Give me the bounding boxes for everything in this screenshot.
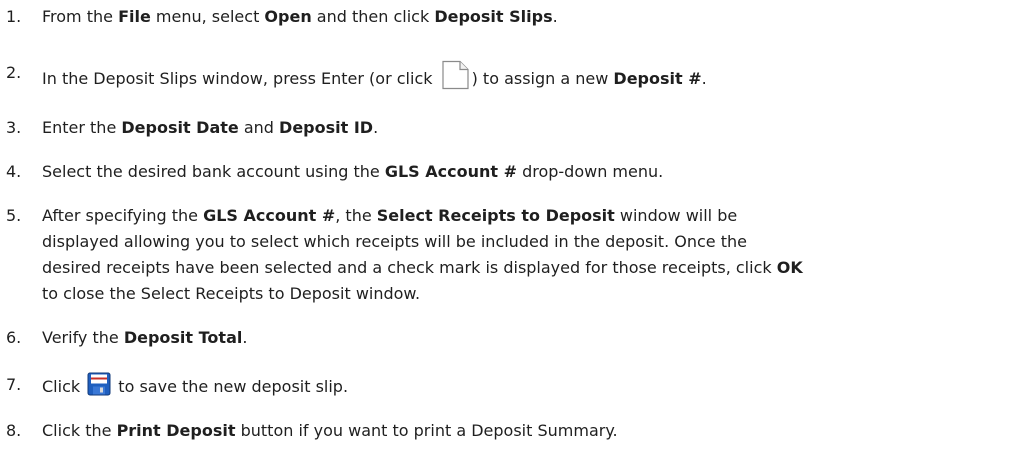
text-run: window will be (614, 206, 738, 225)
step-text: Click the Print Deposit button if you wa… (42, 418, 997, 444)
text-run: to save the new deposit slip. (113, 377, 349, 396)
step-text: After specifying the GLS Account #, the … (42, 203, 997, 307)
text-run: . (701, 69, 707, 88)
step-text: Click to save the new deposit slip. (42, 372, 997, 404)
button-name-ok: OK (776, 258, 803, 277)
step-text: In the Deposit Slips window, press Enter… (42, 60, 997, 98)
window-name-select-receipts: Select Receipts to Deposit (376, 206, 615, 225)
step-text: Enter the Deposit Date and Deposit ID. (42, 115, 997, 141)
menu-item-deposit-slips: Deposit Slips (434, 7, 553, 26)
step-number: 4. (6, 162, 22, 181)
step-number: 8. (6, 421, 22, 440)
text-run: From the (42, 7, 119, 26)
step-number: 3. (6, 118, 22, 137)
text-line: After specifying the GLS Account #, the … (42, 203, 997, 229)
text-run: Verify the (42, 328, 124, 347)
field-name-gls-account: GLS Account # (203, 206, 336, 225)
step-text: Select the desired bank account using th… (42, 159, 997, 185)
field-name-deposit-id: Deposit ID (279, 118, 374, 137)
text-run: . (552, 7, 558, 26)
text-run: In the Deposit Slips window, press Enter… (42, 69, 438, 88)
field-name-gls-account: GLS Account # (384, 162, 517, 181)
text-run: . (242, 328, 248, 347)
text-run: desired receipts have been selected and … (42, 258, 777, 277)
text-run: button if you want to print a Deposit Su… (235, 421, 618, 440)
text-run: and (238, 118, 280, 137)
step-text: From the File menu, select Open and then… (42, 4, 997, 30)
menu-name-file: File (118, 7, 151, 26)
text-run: and then click (311, 7, 435, 26)
step-text: Verify the Deposit Total. (42, 325, 997, 351)
text-line: to close the Select Receipts to Deposit … (42, 284, 421, 303)
field-name-deposit-total: Deposit Total (123, 328, 243, 347)
field-name-deposit-number: Deposit # (613, 69, 702, 88)
text-run: Select the desired bank account using th… (42, 162, 385, 181)
step-number: 6. (6, 328, 22, 347)
new-document-icon (440, 60, 470, 98)
text-run: ) to assign a new (471, 69, 614, 88)
step-number: 1. (6, 7, 22, 26)
step-number: 7. (6, 375, 22, 394)
step-number: 2. (6, 63, 22, 82)
text-run: . (373, 118, 379, 137)
field-name-deposit-date: Deposit Date (121, 118, 239, 137)
text-run: drop-down menu. (516, 162, 664, 181)
text-run: Click (42, 377, 86, 396)
button-name-print-deposit: Print Deposit (116, 421, 236, 440)
save-icon (87, 372, 111, 404)
text-run: After specifying the (42, 206, 204, 225)
text-line: desired receipts have been selected and … (42, 255, 997, 281)
text-run: , the (335, 206, 377, 225)
text-run: Enter the (42, 118, 122, 137)
text-run: menu, select (150, 7, 265, 26)
menu-item-open: Open (264, 7, 312, 26)
step-number: 5. (6, 206, 22, 225)
text-line: displayed allowing you to select which r… (42, 232, 747, 251)
text-run: Click the (42, 421, 117, 440)
